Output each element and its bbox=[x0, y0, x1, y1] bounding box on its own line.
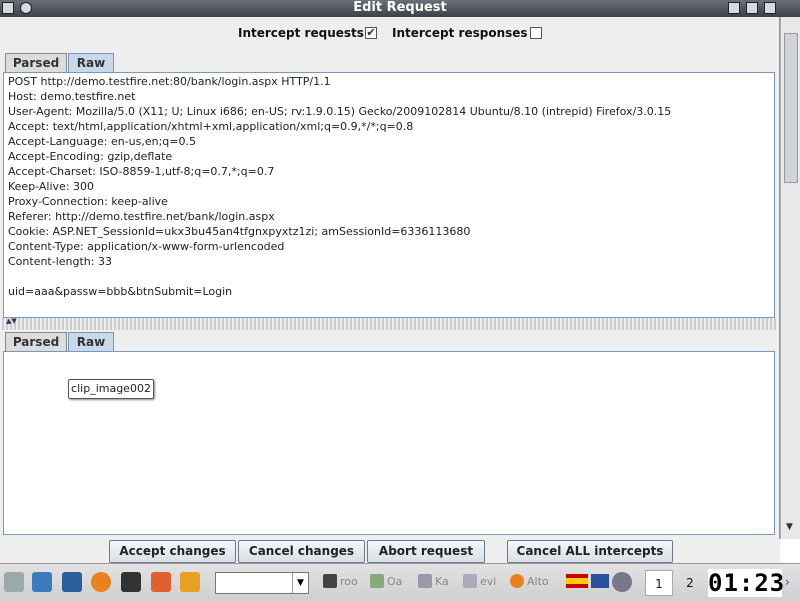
workspace-1[interactable]: 1 bbox=[645, 570, 673, 596]
split-pane-divider[interactable]: ▲▼ bbox=[2, 318, 778, 330]
cancel-all-intercepts-button[interactable]: Cancel ALL intercepts bbox=[507, 540, 673, 563]
gear-icon[interactable] bbox=[32, 572, 52, 592]
request-raw-textarea[interactable]: POST http://demo.testfire.net:80/bank/lo… bbox=[3, 72, 775, 318]
taskbar-combo[interactable]: ▼ bbox=[215, 572, 309, 594]
response-tab-raw[interactable]: Raw bbox=[68, 332, 114, 352]
network-icon[interactable] bbox=[151, 572, 171, 592]
intercept-requests-label: Intercept requests : bbox=[238, 26, 373, 40]
firefox-icon[interactable] bbox=[91, 572, 111, 592]
cancel-changes-button[interactable]: Cancel changes bbox=[238, 540, 365, 563]
task-item[interactable]: evi bbox=[463, 572, 496, 592]
abort-request-button[interactable]: Abort request bbox=[367, 540, 485, 563]
request-tab-raw[interactable]: Raw bbox=[68, 53, 114, 73]
minimize-icon[interactable] bbox=[728, 2, 740, 14]
editor-icon bbox=[463, 574, 477, 588]
user-icon[interactable] bbox=[612, 572, 632, 592]
accept-changes-button[interactable]: Accept changes bbox=[109, 540, 236, 563]
scrollbar-thumb[interactable] bbox=[784, 33, 798, 183]
divider-arrows-icon[interactable]: ▲▼ bbox=[6, 318, 17, 325]
clock: 01:23 bbox=[708, 569, 786, 597]
terminal-icon bbox=[323, 574, 337, 588]
scroll-down-icon[interactable]: ▼ bbox=[786, 522, 796, 532]
response-tab-parsed[interactable]: Parsed bbox=[5, 332, 67, 352]
es-flag-icon[interactable] bbox=[566, 574, 588, 588]
image-tooltip: clip_image002 bbox=[68, 379, 154, 399]
desktop-taskbar: ▼ roo Oa Ka evi Alto 1 2 01:23 › bbox=[0, 563, 800, 601]
task-item[interactable]: Alto bbox=[510, 572, 549, 592]
firefox-icon bbox=[510, 574, 524, 588]
tools-icon[interactable] bbox=[180, 572, 200, 592]
chevron-down-icon[interactable]: ▼ bbox=[292, 573, 308, 593]
terminal-icon[interactable] bbox=[121, 572, 141, 592]
app-icon bbox=[418, 574, 432, 588]
chevron-right-icon[interactable]: › bbox=[785, 574, 797, 590]
network-status-icon[interactable] bbox=[591, 574, 609, 588]
desktop-icon[interactable] bbox=[62, 572, 82, 592]
maximize-icon[interactable] bbox=[746, 2, 758, 14]
vertical-scrollbar[interactable]: ▼ bbox=[780, 17, 800, 539]
task-item[interactable]: Ka bbox=[418, 572, 449, 592]
request-tab-parsed[interactable]: Parsed bbox=[5, 53, 67, 73]
workspace-2[interactable]: 2 bbox=[676, 570, 704, 596]
intercept-responses-label: Intercept responses : bbox=[392, 26, 537, 40]
close-icon[interactable] bbox=[764, 2, 776, 14]
intercept-requests-checkbox[interactable]: ✔ bbox=[365, 27, 377, 39]
intercept-responses-checkbox[interactable] bbox=[530, 27, 542, 39]
app-icon bbox=[370, 574, 384, 588]
window-titlebar[interactable]: Edit Request bbox=[0, 0, 800, 17]
task-item[interactable]: roo bbox=[323, 572, 358, 592]
window-title: Edit Request bbox=[353, 0, 447, 15]
task-item[interactable]: Oa bbox=[370, 572, 402, 592]
tool-icon[interactable] bbox=[4, 572, 24, 592]
